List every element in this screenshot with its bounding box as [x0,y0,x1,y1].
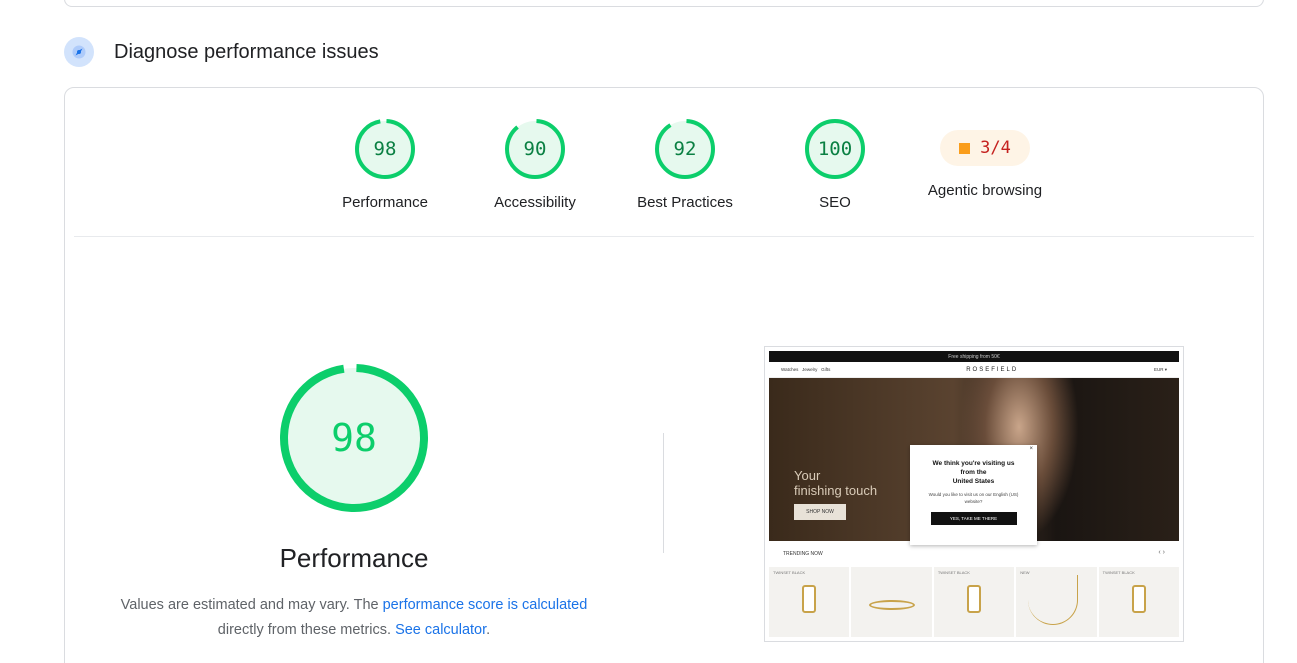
shot-popup-title: We think you're visiting us from the Unite… [932,460,1015,485]
gauge-ring: 100 [804,118,866,180]
gauge-label: Performance [342,194,428,211]
gauge-label: Accessibility [494,194,576,211]
shot-product: TWINSET BLACK [933,567,1015,637]
shot-topbar: Free shipping from 50€ [769,351,1179,362]
divider [74,236,1254,237]
section-title: Diagnose performance issues [114,40,379,63]
see-calculator-link[interactable]: See calculator [395,622,486,638]
shot-product [851,567,932,637]
square-icon [959,142,971,154]
vertical-divider [663,433,664,553]
score-calculated-link[interactable]: performance score is calculated [383,597,588,613]
section-header: Diagnose performance issues [64,36,379,68]
gauge-label: Best Practices [637,194,733,211]
compass-icon [64,37,94,67]
gauge-accessibility[interactable]: 90 Accessibility [460,118,610,211]
shot-product: TWINSET BLACK [769,567,850,637]
gauge-best-practices[interactable]: 92 Best Practices [610,118,760,211]
note-text: . [486,622,491,638]
gauge-label: SEO [819,194,851,211]
performance-gauge: 98 [278,362,430,514]
gauge-score: 98 [373,138,397,160]
shot-popup-button: YES, TAKE ME THERE [930,512,1017,525]
gauge-seo[interactable]: 100 SEO [760,118,910,211]
gauge-ring: 90 [504,118,566,180]
close-icon: × [1029,446,1033,452]
note-text: directly from these metrics. [217,622,396,638]
agentic-score: 3/4 [980,138,1011,158]
gauge-score: 90 [523,138,547,160]
performance-title: Performance [279,543,429,573]
gauge-ring: 92 [654,118,716,180]
score-note: Values are estimated and may vary. The p… [104,593,604,643]
shot-popup: × We think you're visiting us from the Uni… [910,445,1037,545]
gauge-performance[interactable]: 98 Performance [310,118,460,211]
shot-nav-links: Watches Jewelry Gifts [781,367,831,372]
shot-logo: ROSEFIELD [966,366,1019,373]
page-screenshot: Free shipping from 50€ Watches Jewelry G… [769,351,1179,637]
final-screenshot[interactable]: Free shipping from 50€ Watches Jewelry G… [764,346,1184,642]
previous-card [64,0,1264,7]
agentic-badge: 3/4 [940,130,1030,166]
shot-products: TWINSET BLACK TWINSET BLACK NEW TWINSET … [769,567,1179,637]
gauge-score: 92 [673,138,697,160]
shot-trending: TRENDING NOW [783,551,823,557]
shot-shop-button: SHOP NOW [794,504,846,520]
diagnostics-card: 98 Performance 90 Accessibility 92 Best … [64,87,1264,663]
performance-score: 98 [331,416,377,460]
shot-product: TWINSET BLACK [1098,567,1179,637]
gauge-score: 100 [817,138,853,160]
gauge-agentic-browsing[interactable]: 3/4 Agentic browsing [910,118,1060,211]
gauge-ring: 98 [354,118,416,180]
shot-nav: Watches Jewelry Gifts ROSEFIELD EUR ▾ [769,362,1179,378]
gauge-label: Agentic browsing [927,182,1043,199]
shot-arrows: ‹ › [1158,549,1165,556]
shot-hero-text: Your finishing touch [794,468,878,498]
shot-nav-right: EUR ▾ [1153,366,1167,372]
score-gauges: 98 Performance 90 Accessibility 92 Best … [310,118,1060,211]
shot-popup-body: Would you like to visit us on our Englis… [928,492,1019,504]
note-text: Values are estimated and may vary. The [120,597,383,613]
shot-product: NEW [1016,567,1097,637]
